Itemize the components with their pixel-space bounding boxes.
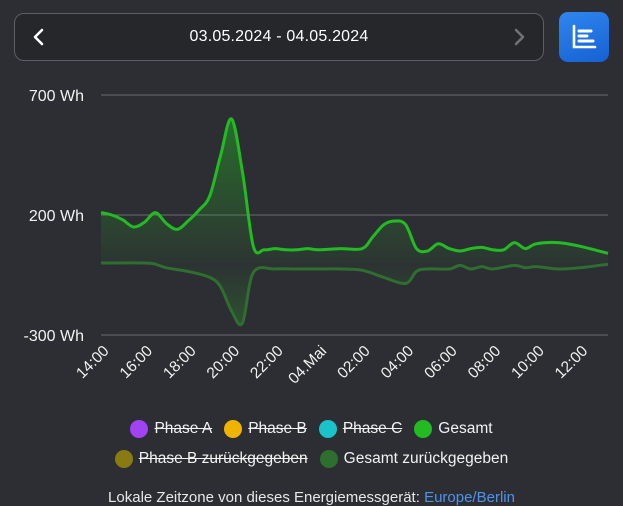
legend-item-gesamt[interactable]: Gesamt <box>414 420 493 438</box>
legend-item-phase-b[interactable]: Phase B <box>224 420 307 438</box>
legend-color-dot <box>319 450 338 468</box>
timezone-note: Lokale Zeitzone von dieses Energiemessge… <box>0 489 623 506</box>
previous-period-button[interactable] <box>15 14 63 60</box>
x-tick-label: 22:00 <box>247 342 287 382</box>
legend-label: Gesamt zurückgegeben <box>343 450 509 467</box>
legend-label: Gesamt <box>438 420 493 437</box>
legend-color-dot <box>414 420 433 438</box>
legend-color-dot <box>318 420 337 438</box>
x-tick-label: 06:00 <box>421 342 461 382</box>
legend-label: Phase B zurückgegeben <box>138 450 308 467</box>
x-tick-label: 20:00 <box>204 342 244 382</box>
legend-color-dot <box>224 420 243 438</box>
y-tick-label: 200 Wh <box>29 208 84 225</box>
date-range-label: 03.05.2024 - 04.05.2024 <box>189 28 369 45</box>
date-range-selector: 03.05.2024 - 04.05.2024 <box>14 13 544 61</box>
legend-color-dot <box>130 420 149 438</box>
x-tick-label: 18:00 <box>160 342 200 382</box>
chevron-right-icon <box>514 28 525 46</box>
legend-label: Phase A <box>154 420 213 437</box>
y-tick-label: 700 Wh <box>29 88 84 105</box>
series-line-gesamt-zur-ckgegeben <box>100 261 609 327</box>
x-tick-label: 04:00 <box>378 342 418 382</box>
x-tick-label: 14:00 <box>73 342 113 382</box>
legend-row-1: Phase A Phase B Phase C Gesamt <box>0 420 623 438</box>
next-period-button[interactable] <box>495 14 543 60</box>
timezone-link[interactable]: Europe/Berlin <box>424 489 515 506</box>
y-tick-label: -300 Wh <box>24 328 84 345</box>
series-area-gesamt-zur-ckgegeben <box>101 262 608 325</box>
chart-bars-icon <box>572 24 597 49</box>
legend-label: Phase C <box>342 420 403 437</box>
legend-item-phase-c[interactable]: Phase C <box>318 420 403 438</box>
legend-label: Phase B <box>248 420 307 437</box>
series-area-gesamt <box>101 118 608 264</box>
legend-item-gesamt-zur-ckgegeben[interactable]: Gesamt zurückgegeben <box>319 450 509 468</box>
x-tick-label: 02:00 <box>334 342 374 382</box>
legend-item-phase-a[interactable]: Phase A <box>130 420 212 438</box>
legend-color-dot <box>114 450 133 468</box>
x-tick-label: 04.Mai <box>285 343 330 388</box>
chart-type-button[interactable] <box>559 12 609 62</box>
legend-item-phase-b-zur-ckgegeben[interactable]: Phase B zurückgegeben <box>114 450 308 468</box>
energy-chart: 700 Wh 200 Wh -300 Wh14:00 16:00 18:00 20:00 2… <box>24 88 609 388</box>
x-tick-label: 16:00 <box>117 342 157 382</box>
timezone-prefix: Lokale Zeitzone von dieses Energiemessge… <box>108 489 425 506</box>
x-tick-label: 12:00 <box>552 342 592 382</box>
chevron-left-icon <box>33 28 44 46</box>
x-tick-label: 10:00 <box>508 342 548 382</box>
x-tick-label: 08:00 <box>465 342 505 382</box>
legend-row-2: Phase B zurückgegeben Gesamt zurückgegebe… <box>0 450 623 468</box>
